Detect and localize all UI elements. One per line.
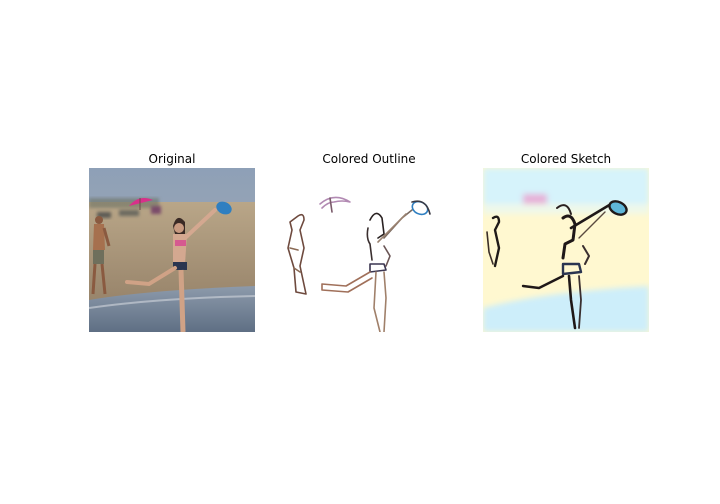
original-photo: [89, 168, 255, 332]
panel-title-colored-sketch: Colored Sketch: [520, 152, 612, 166]
colored-outline-image: [286, 168, 452, 332]
colored-sketch-image: [483, 168, 649, 332]
panel-colored-outline: Colored Outline: [286, 150, 452, 332]
panel-original: Original: [89, 150, 255, 332]
panel-title-original: Original: [148, 152, 196, 166]
panel-colored-sketch: Colored Sketch: [483, 150, 649, 332]
panel-title-colored-outline: Colored Outline: [322, 152, 416, 166]
